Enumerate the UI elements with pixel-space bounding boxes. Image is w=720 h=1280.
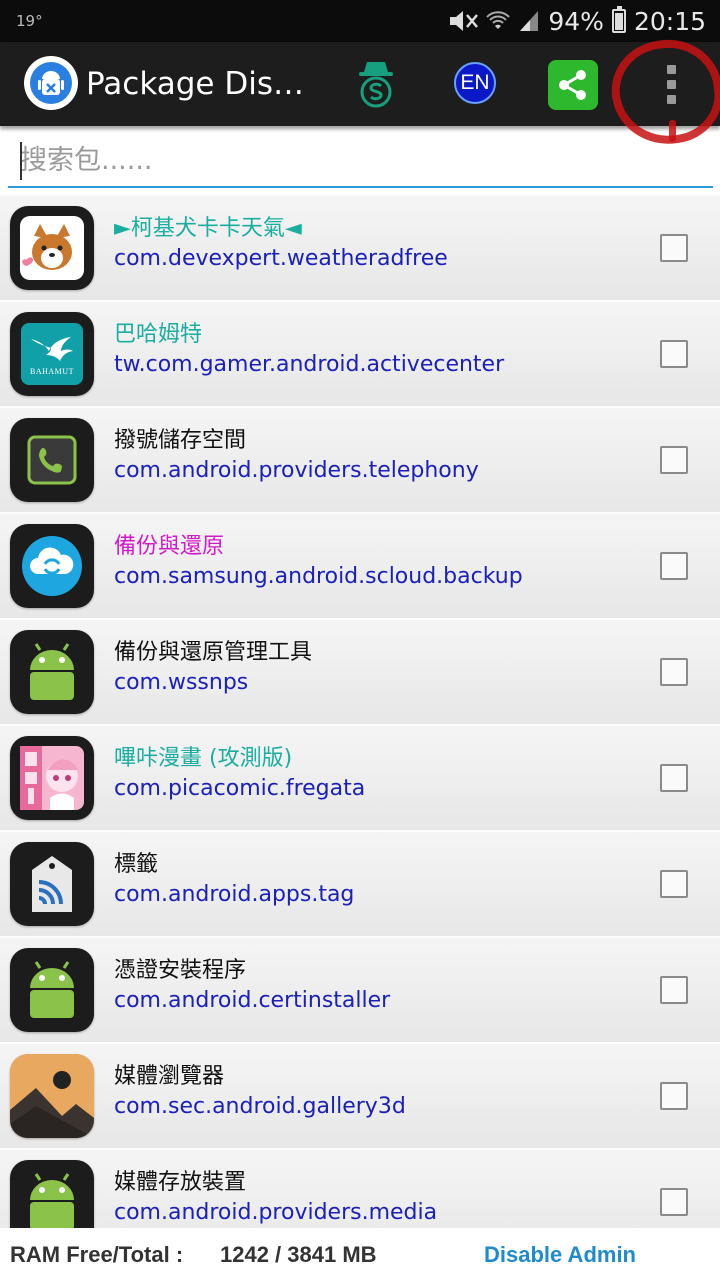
disable-checkbox[interactable]	[660, 234, 688, 262]
list-item[interactable]: 備份與還原管理工具 com.wssnps	[0, 618, 720, 724]
app-name: 媒體瀏覽器	[114, 1064, 225, 1089]
disable-checkbox[interactable]	[660, 552, 688, 580]
android-icon	[10, 630, 94, 714]
signal-icon	[518, 9, 540, 33]
disable-checkbox[interactable]	[660, 1188, 688, 1216]
list-item[interactable]: 嗶咔漫畫 (攻測版) com.picacomic.fregata	[0, 724, 720, 830]
nfc-tag-icon	[10, 842, 94, 926]
app-logo-icon	[24, 56, 78, 110]
app-name: 備份與還原	[114, 534, 225, 559]
list-item[interactable]: 撥號儲存空間 com.android.providers.telephony	[0, 406, 720, 512]
status-icons: 94% 20:15	[448, 5, 706, 37]
battery-icon	[611, 6, 626, 33]
package-name: com.android.providers.telephony	[114, 458, 479, 483]
share-icon	[559, 70, 586, 100]
list-item[interactable]: 標籤 com.android.apps.tag	[0, 830, 720, 936]
gallery-icon	[10, 1054, 94, 1138]
package-name: com.devexpert.weatheradfree	[114, 246, 448, 271]
disable-checkbox[interactable]	[660, 340, 688, 368]
ram-label: RAM Free/Total :	[10, 1242, 184, 1267]
app-name: 憑證安裝程序	[114, 958, 247, 983]
app-title: Package Disabler Pro	[86, 66, 318, 102]
disable-checkbox[interactable]	[660, 1082, 688, 1110]
wifi-icon	[486, 9, 511, 33]
list-item[interactable]: 媒體瀏覽器 com.sec.android.gallery3d	[0, 1042, 720, 1148]
corgi-weather-icon	[10, 206, 94, 290]
share-button[interactable]	[548, 60, 598, 110]
package-name: com.samsung.android.scloud.backup	[114, 564, 523, 589]
footer-bar: RAM Free/Total : 1242 / 3841 MB Disable …	[0, 1228, 720, 1280]
disable-checkbox[interactable]	[660, 976, 688, 1004]
cloud-sync-icon	[10, 524, 94, 608]
list-item[interactable]: 備份與還原 com.samsung.android.scloud.backup	[0, 512, 720, 618]
bahamut-logo-text: BAHAMUT	[30, 366, 74, 376]
app-name: 嗶咔漫畫 (攻測版)	[114, 746, 293, 771]
temperature-text: 19°	[16, 12, 43, 30]
disable-checkbox[interactable]	[660, 446, 688, 474]
bahamut-icon: BAHAMUT	[10, 312, 94, 396]
ram-value: 1242 / 3841 MB	[220, 1242, 377, 1267]
package-name: com.picacomic.fregata	[114, 776, 366, 801]
package-name: com.android.apps.tag	[114, 882, 355, 907]
s-hat-icon[interactable]	[352, 60, 400, 108]
battery-percent: 94%	[548, 6, 604, 36]
app-name: 媒體存放裝置	[114, 1170, 247, 1195]
package-name: com.wssnps	[114, 670, 249, 695]
app-name: 備份與還原管理工具	[114, 640, 313, 665]
disable-checkbox[interactable]	[660, 764, 688, 792]
picacomic-icon	[10, 736, 94, 820]
text-caret	[20, 142, 22, 180]
disable-admin-button[interactable]: Disable Admin	[484, 1242, 636, 1268]
app-name: ►柯基犬卡卡天氣◄	[114, 216, 302, 241]
package-name: com.sec.android.gallery3d	[114, 1094, 406, 1119]
language-button[interactable]: EN	[454, 62, 496, 104]
status-bar: 19° 94% 20:15	[0, 0, 720, 42]
android-icon	[10, 1160, 94, 1228]
disable-checkbox[interactable]	[660, 658, 688, 686]
app-name: 標籤	[114, 852, 159, 877]
mute-icon	[448, 9, 479, 33]
disable-checkbox[interactable]	[660, 870, 688, 898]
package-list: ►柯基犬卡卡天氣◄ com.devexpert.weatheradfree BA…	[0, 194, 720, 1228]
list-item[interactable]: BAHAMUT 巴哈姆特 tw.com.gamer.android.active…	[0, 300, 720, 406]
android-icon	[10, 948, 94, 1032]
app-name: 撥號儲存空間	[114, 428, 247, 453]
phone-icon	[10, 418, 94, 502]
list-item[interactable]: 憑證安裝程序 com.android.certinstaller	[0, 936, 720, 1042]
clock: 20:15	[633, 6, 706, 36]
search-input[interactable]	[8, 134, 713, 186]
package-name: tw.com.gamer.android.activecenter	[114, 352, 505, 377]
overflow-menu-icon[interactable]	[648, 58, 694, 110]
package-name: com.android.certinstaller	[114, 988, 391, 1013]
list-item[interactable]: ►柯基犬卡卡天氣◄ com.devexpert.weatheradfree	[0, 194, 720, 300]
search-bar	[8, 134, 713, 188]
app-name: 巴哈姆特	[114, 322, 203, 347]
app-bar: Package Disabler Pro EN	[0, 42, 720, 126]
package-name: com.android.providers.media	[114, 1200, 438, 1225]
list-item[interactable]: 媒體存放裝置 com.android.providers.media	[0, 1148, 720, 1228]
